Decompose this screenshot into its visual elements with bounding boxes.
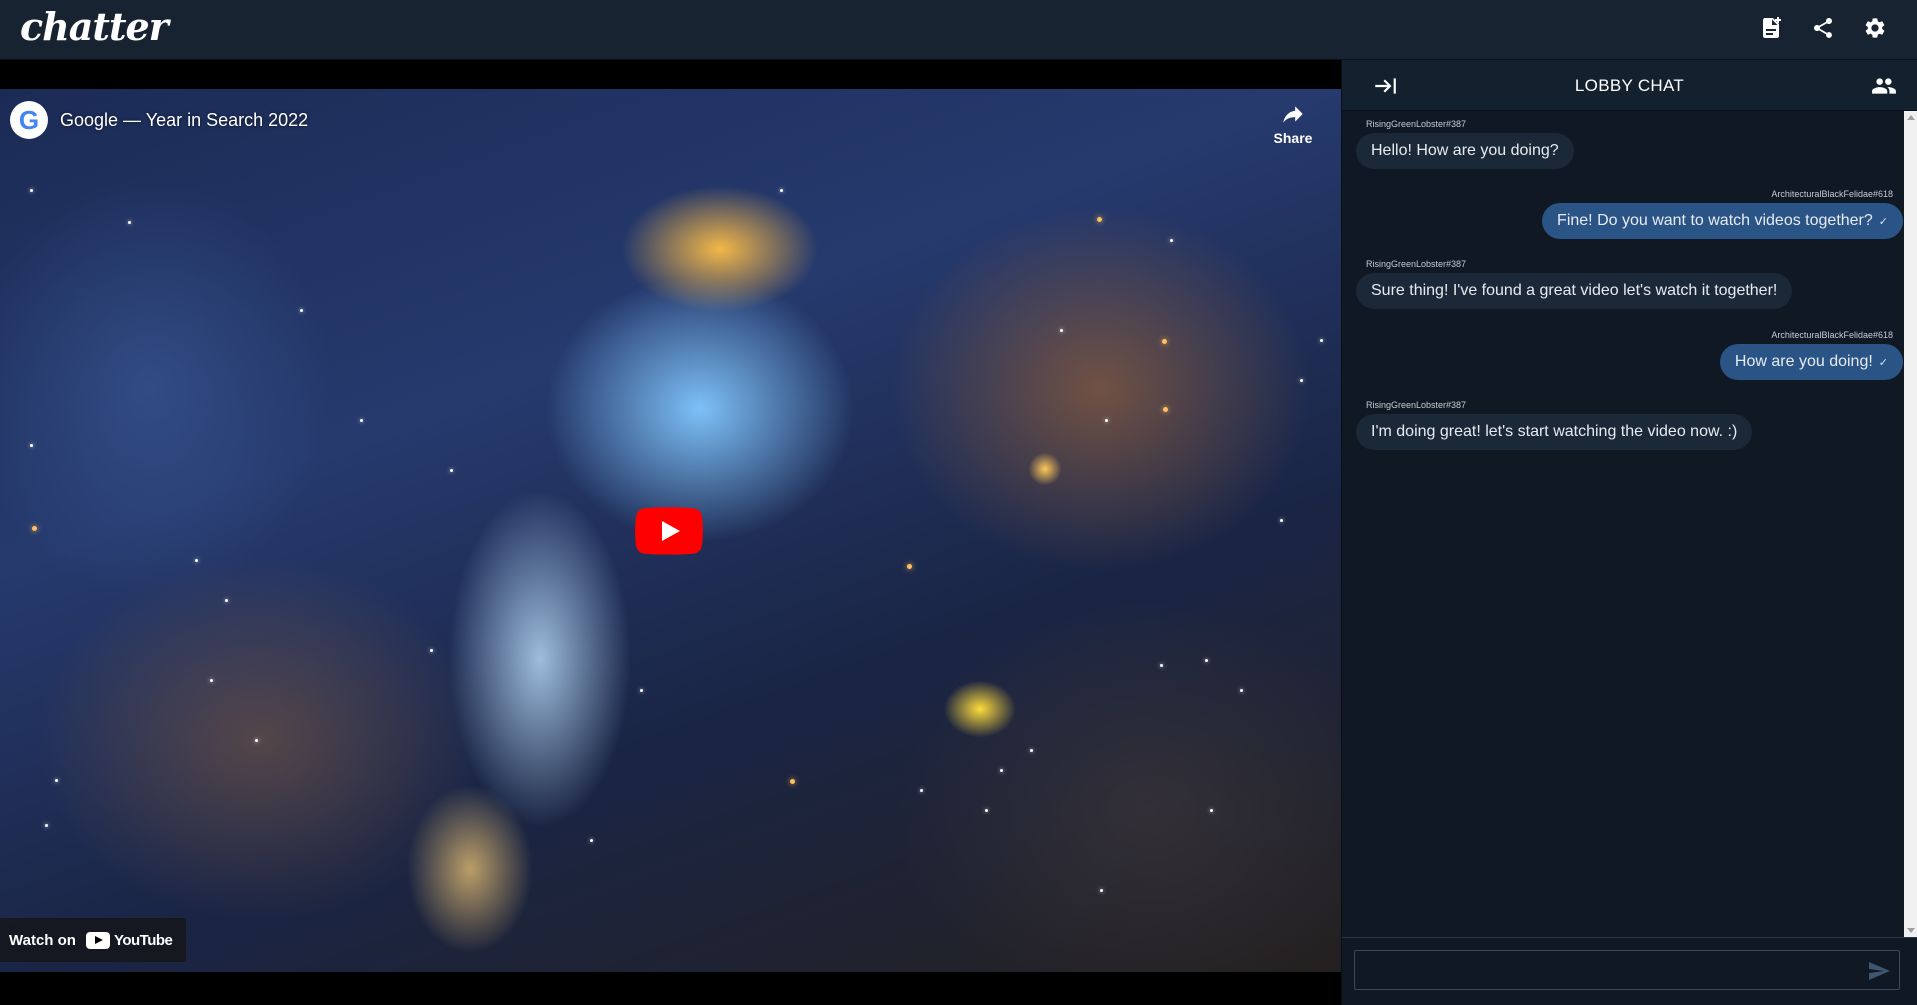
top-actions <box>1757 14 1889 42</box>
app-logo[interactable]: chatter <box>20 2 169 52</box>
chat-header: LOBBY CHAT <box>1342 60 1917 111</box>
play-button[interactable] <box>635 507 703 555</box>
video-share-button[interactable]: Share <box>1271 101 1315 146</box>
message-bubble: Hello! How are you doing? <box>1356 133 1574 169</box>
message-bubble: How are you doing! ✓ <box>1719 344 1903 380</box>
message-author: RisingGreenLobster#387 <box>1366 119 1467 129</box>
youtube-wordmark: YouTube <box>113 931 173 949</box>
watch-on-youtube-link[interactable]: Watch on YouTube <box>0 918 187 962</box>
message-bubble: I'm doing great! let's start watching th… <box>1356 414 1753 450</box>
chat-message: RisingGreenLobster#387 Sure thing! I've … <box>1356 259 1793 309</box>
youtube-logo-icon <box>85 931 110 949</box>
share-icon[interactable] <box>1809 14 1837 42</box>
chat-message: RisingGreenLobster#387 I'm doing great! … <box>1356 400 1753 450</box>
youtube-embed[interactable]: G Google — Year in Search 2022 Share Wat… <box>0 89 1341 972</box>
video-title[interactable]: Google — Year in Search 2022 <box>60 110 308 131</box>
share-label: Share <box>1273 130 1313 146</box>
chat-panel: LOBBY CHAT RisingGreenLobster#387 Hello!… <box>1341 60 1917 1005</box>
channel-avatar[interactable]: G <box>10 101 48 139</box>
sent-check-icon: ✓ <box>1878 357 1888 369</box>
sent-check-icon: ✓ <box>1878 216 1888 228</box>
chat-message: ArchitecturalBlackFelidae#618 How are yo… <box>1719 330 1903 380</box>
message-bubble: Sure thing! I've found a great video let… <box>1356 273 1793 309</box>
scroll-up-icon[interactable] <box>1907 115 1915 120</box>
note-add-icon[interactable] <box>1757 14 1785 42</box>
message-input[interactable] <box>1354 950 1900 990</box>
message-list[interactable]: RisingGreenLobster#387 Hello! How are yo… <box>1342 111 1903 937</box>
message-author: RisingGreenLobster#387 <box>1366 259 1467 269</box>
chat-message: ArchitecturalBlackFelidae#618 Fine! Do y… <box>1542 189 1903 239</box>
share-arrow-icon <box>1283 106 1303 123</box>
message-text: How are you doing! <box>1734 353 1873 370</box>
video-title-row: G Google — Year in Search 2022 <box>10 101 308 139</box>
youtube-logo: YouTube <box>85 931 173 949</box>
youtube-play-icon <box>635 507 703 555</box>
message-text: Fine! Do you want to watch videos togeth… <box>1557 212 1873 229</box>
users-icon[interactable] <box>1871 73 1897 99</box>
gear-icon[interactable] <box>1861 14 1889 42</box>
message-list-scrollbar[interactable] <box>1904 111 1917 937</box>
chat-title: LOBBY CHAT <box>1574 76 1685 95</box>
message-author: ArchitecturalBlackFelidae#618 <box>1771 189 1893 199</box>
message-composer <box>1342 937 1917 1005</box>
message-author: ArchitecturalBlackFelidae#618 <box>1771 330 1893 340</box>
chat-message: RisingGreenLobster#387 Hello! How are yo… <box>1356 119 1574 169</box>
send-icon[interactable] <box>1867 959 1891 983</box>
watch-on-label: Watch on <box>9 931 76 949</box>
message-bubble: Fine! Do you want to watch videos togeth… <box>1542 203 1903 239</box>
top-app-bar: chatter <box>0 0 1917 60</box>
scroll-down-icon[interactable] <box>1907 928 1915 933</box>
message-author: RisingGreenLobster#387 <box>1366 400 1467 410</box>
video-player: G Google — Year in Search 2022 Share Wat… <box>0 60 1341 1005</box>
